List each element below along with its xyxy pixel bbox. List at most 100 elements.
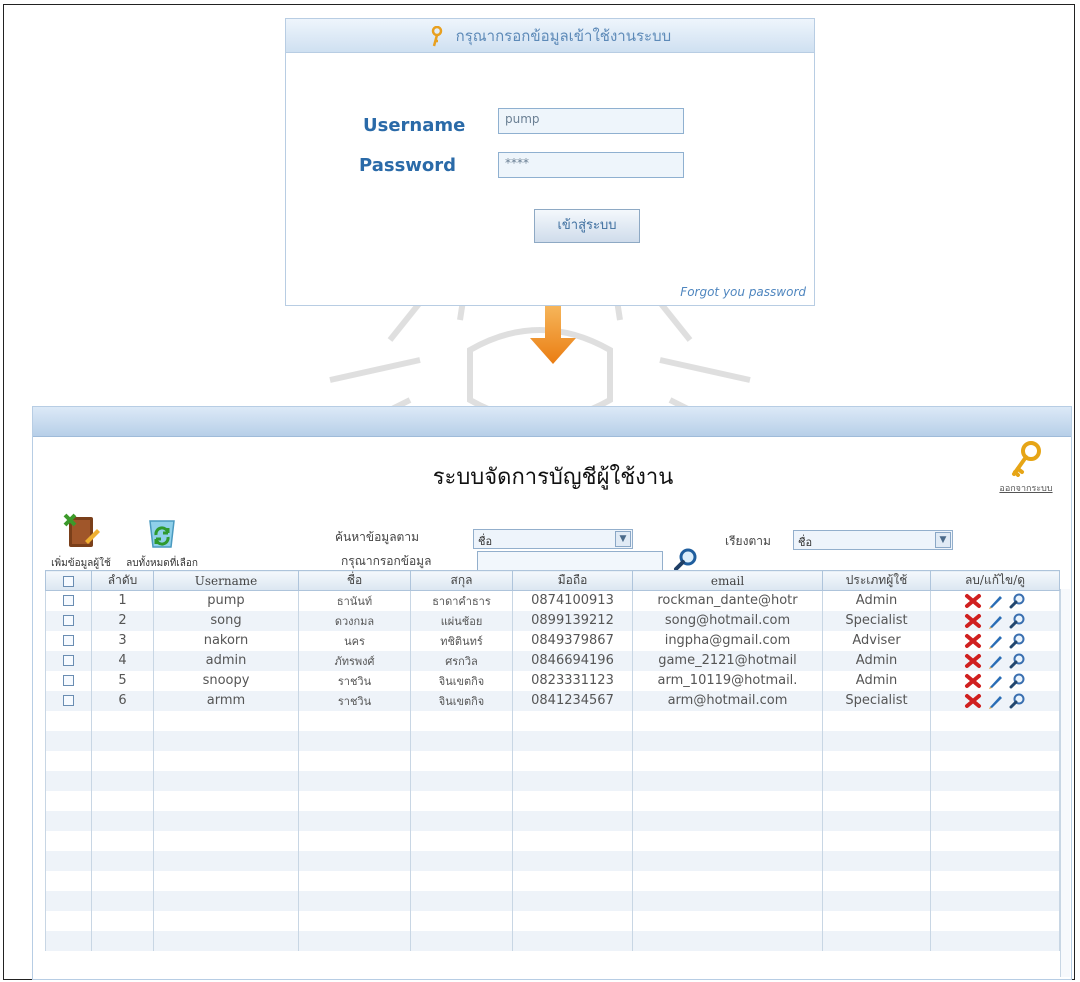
edit-icon[interactable] [986, 613, 1004, 629]
empty-cell [410, 910, 513, 931]
view-icon[interactable] [1008, 613, 1026, 629]
login-header-title: กรุณากรอกข้อมูลเข้าใช้งานระบบ [455, 27, 672, 45]
view-icon[interactable] [1008, 693, 1026, 709]
cell-mobile: 0899139212 [512, 610, 633, 631]
empty-cell [153, 910, 299, 931]
table-scrollbar[interactable] [1060, 589, 1070, 977]
empty-cell [153, 710, 299, 731]
password-field[interactable]: **** [498, 152, 684, 178]
row-checkbox[interactable] [63, 615, 74, 626]
empty-cell [822, 810, 931, 831]
sort-by-select[interactable]: ชื่อ ▼ [793, 530, 953, 550]
empty-cell [45, 750, 92, 771]
search-by-label: ค้นหาข้อมูลตาม [335, 530, 419, 544]
column-header[interactable]: มือถือ [512, 570, 633, 591]
edit-icon[interactable] [986, 693, 1004, 709]
edit-icon[interactable] [986, 673, 1004, 689]
cell-first: ภัทรพงศ์ [298, 650, 411, 671]
search-by-select[interactable]: ชื่อ ▼ [473, 529, 633, 549]
logout-button[interactable]: ออกจากระบบ [991, 441, 1061, 495]
empty-cell [822, 850, 931, 871]
row-actions [930, 590, 1060, 611]
empty-cell [91, 810, 154, 831]
view-icon[interactable] [1008, 673, 1026, 689]
column-header[interactable]: ประเภทผู้ใช้ [822, 570, 931, 591]
empty-cell [298, 850, 411, 871]
edit-icon[interactable] [986, 633, 1004, 649]
add-user-button[interactable]: เพิ่มข้อมูลผู้ใช้ [49, 511, 113, 571]
empty-cell [512, 890, 633, 911]
empty-cell [91, 730, 154, 751]
cell-email: game_2121@hotmail [632, 650, 823, 671]
table-row[interactable]: 1 pump ธานันท์ ธาดาคำธาร 0874100913 rockman_d… [45, 590, 1060, 611]
empty-table-row [45, 710, 1060, 731]
row-checkbox[interactable] [63, 595, 74, 607]
edit-icon[interactable] [986, 653, 1004, 669]
column-header[interactable]: email [632, 570, 823, 591]
table-header-row: ลำดับ Username ชื่อ สกุล มือถือ email ปร… [45, 570, 1060, 591]
row-checkbox[interactable] [63, 675, 74, 686]
column-header[interactable]: ลำดับ [91, 570, 154, 591]
empty-table-row [45, 870, 1060, 891]
empty-cell [410, 850, 513, 871]
empty-cell [512, 770, 633, 791]
empty-cell [632, 790, 823, 811]
row-actions [930, 610, 1060, 631]
delete-icon[interactable] [964, 653, 982, 669]
delete-selected-button[interactable]: ลบทั้งหมดที่เลือก [117, 511, 207, 571]
empty-table-row [45, 810, 1060, 831]
select-all-checkbox[interactable] [63, 575, 74, 587]
empty-cell [930, 710, 1060, 731]
forgot-password-link[interactable]: Forgot you password [680, 285, 806, 299]
table-row[interactable]: 5 snoopy ราชวิน จินเขตกิจ 0823331123 arm_1011… [45, 670, 1060, 691]
empty-cell [153, 750, 299, 771]
empty-cell [822, 710, 931, 731]
empty-cell [410, 890, 513, 911]
column-header[interactable]: ลบ/แก้ไข/ดู [930, 570, 1060, 591]
login-submit-button[interactable]: เข้าสู่ระบบ [534, 209, 640, 243]
empty-cell [91, 850, 154, 871]
delete-icon[interactable] [964, 613, 982, 629]
view-icon[interactable] [1008, 633, 1026, 649]
table-row[interactable]: 3 nakorn นคร ทชิตินทร์ 0849379867 ingpha@gmai… [45, 630, 1060, 651]
empty-cell [930, 930, 1060, 951]
empty-table-row [45, 750, 1060, 771]
empty-cell [153, 810, 299, 831]
table-row[interactable]: 6 armm ราชวิน จินเขตกิจ 0841234567 arm@hotmai… [45, 690, 1060, 711]
empty-cell [153, 850, 299, 871]
delete-icon[interactable] [964, 593, 982, 609]
sort-by-label: เรียงตาม [725, 534, 771, 548]
cell-last: ทชิตินทร์ [410, 630, 513, 651]
delete-icon[interactable] [964, 693, 982, 709]
column-header[interactable]: ชื่อ [298, 570, 411, 591]
row-checkbox[interactable] [63, 655, 74, 666]
row-checkbox[interactable] [63, 695, 74, 706]
empty-cell [410, 790, 513, 811]
cell-type: Admin [822, 670, 931, 691]
select-all-header[interactable] [45, 570, 92, 591]
enter-data-label: กรุณากรอกข้อมูล [341, 554, 432, 568]
empty-cell [91, 890, 154, 911]
edit-icon[interactable] [986, 593, 1004, 609]
empty-cell [410, 810, 513, 831]
table-row[interactable]: 4 admin ภัทรพงศ์ ศรกวิล 0846694196 game_2121@… [45, 650, 1060, 671]
empty-cell [298, 710, 411, 731]
empty-cell [512, 870, 633, 891]
empty-cell [45, 930, 92, 951]
cell-mobile: 0841234567 [512, 690, 633, 711]
delete-icon[interactable] [964, 633, 982, 649]
column-header[interactable]: สกุล [410, 570, 513, 591]
view-icon[interactable] [1008, 593, 1026, 609]
table-row[interactable]: 2 song ดวงกมล แผ่นช้อย 0899139212 song@hotmai… [45, 610, 1060, 631]
add-user-book-icon [63, 513, 100, 547]
search-input[interactable] [477, 551, 663, 571]
delete-icon[interactable] [964, 673, 982, 689]
row-checkbox[interactable] [63, 635, 74, 646]
view-icon[interactable] [1008, 653, 1026, 669]
cell-first: ราชวิน [298, 690, 411, 711]
column-header[interactable]: Username [153, 570, 299, 591]
empty-cell [153, 730, 299, 751]
username-field[interactable]: pump [498, 108, 684, 134]
empty-cell [930, 750, 1060, 771]
empty-cell [930, 770, 1060, 791]
